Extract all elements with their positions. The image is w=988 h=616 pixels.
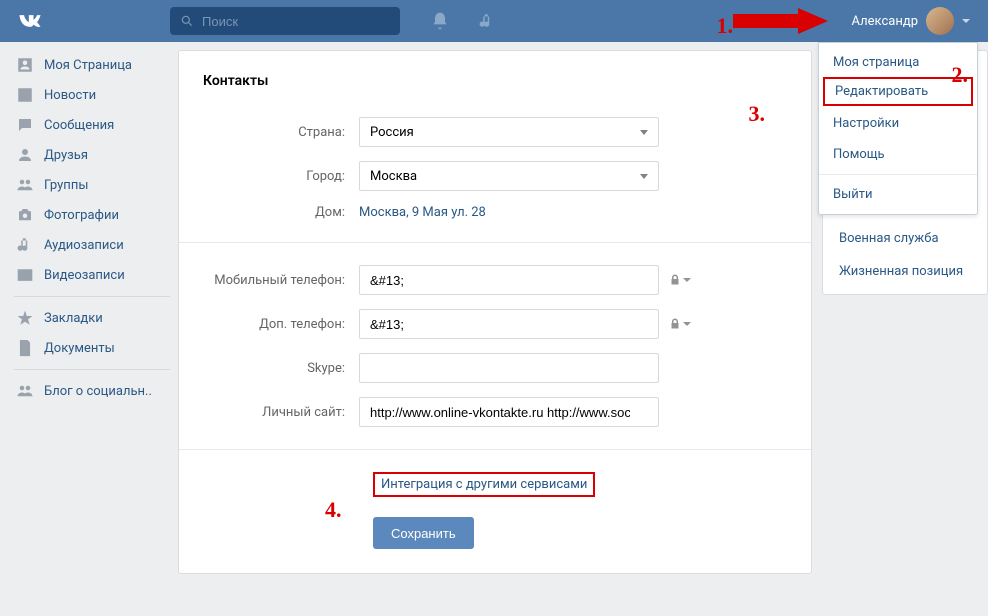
altphone-label: Доп. телефон: [203, 317, 359, 332]
contacts-form-card: Контакты Страна: Россия Город: Москва До… [178, 50, 812, 574]
skype-input[interactable] [370, 361, 630, 376]
sidebar-item-label: Группы [44, 178, 88, 193]
mobile-input[interactable] [370, 273, 630, 288]
mobile-privacy[interactable] [669, 274, 691, 286]
skype-label: Skype: [203, 361, 359, 376]
altphone-privacy[interactable] [669, 318, 691, 330]
dropdown-separator [819, 174, 977, 175]
profile-username: Александр [852, 14, 918, 29]
sidebar-item-label: Новости [44, 88, 96, 103]
sidebar-item-documents[interactable]: Документы [10, 333, 170, 363]
dropdown-item-edit[interactable]: Редактировать [823, 77, 973, 106]
top-header: Александр [0, 0, 988, 42]
home-label: Дом: [203, 205, 359, 220]
skype-input-wrap [359, 353, 659, 383]
annotation-arrow [733, 8, 828, 34]
country-label: Страна: [203, 125, 359, 140]
site-label: Личный сайт: [203, 405, 359, 420]
tab-military[interactable]: Военная служба [823, 222, 987, 255]
sidebar-item-label: Друзья [44, 148, 88, 163]
avatar [926, 7, 954, 35]
city-select[interactable]: Москва [359, 161, 659, 191]
country-select[interactable]: Россия [359, 117, 659, 147]
sidebar-item-label: Аудиозаписи [44, 238, 124, 253]
home-value[interactable]: Москва, 9 Мая ул. 28 [359, 205, 486, 220]
integration-row: Интеграция с другими сервисами [203, 472, 787, 497]
sidebar-item-label: Закладки [44, 311, 103, 326]
vk-logo[interactable] [16, 7, 44, 35]
search-input[interactable] [202, 14, 372, 29]
dropdown-item-mypage[interactable]: Моя страница [819, 47, 977, 78]
country-value: Россия [370, 125, 414, 140]
music-icon[interactable] [478, 11, 496, 31]
sidebar-item-bookmarks[interactable]: Закладки [10, 303, 170, 333]
sidebar-item-video[interactable]: Видеозаписи [10, 260, 170, 290]
site-input-wrap [359, 397, 659, 427]
sidebar-item-label: Документы [44, 341, 115, 356]
altphone-input[interactable] [370, 317, 630, 332]
profile-menu-trigger[interactable]: Александр [852, 7, 970, 35]
profile-dropdown: Моя страница Редактировать Настройки Пом… [818, 42, 978, 215]
dropdown-item-logout[interactable]: Выйти [819, 179, 977, 210]
page-title: Контакты [203, 73, 787, 89]
dropdown-item-help[interactable]: Помощь [819, 139, 977, 170]
sidebar-item-label: Моя Страница [44, 58, 132, 73]
mobile-input-wrap [359, 265, 659, 295]
sidebar-item-label: Фотографии [44, 208, 119, 223]
mobile-label: Мобильный телефон: [203, 273, 359, 288]
left-sidebar: Моя Страница Новости Сообщения Друзья Гр… [0, 50, 170, 574]
city-label: Город: [203, 169, 359, 184]
sidebar-item-mypage[interactable]: Моя Страница [10, 50, 170, 80]
save-button[interactable]: Сохранить [373, 517, 474, 549]
sidebar-item-blog[interactable]: Блог о социальн.. [10, 376, 170, 406]
sidebar-item-label: Видеозаписи [44, 268, 125, 283]
sidebar-item-label: Блог о социальн.. [44, 384, 152, 399]
lock-icon [669, 274, 681, 286]
sidebar-item-label: Сообщения [44, 118, 114, 133]
sidebar-item-news[interactable]: Новости [10, 80, 170, 110]
city-value: Москва [370, 169, 417, 184]
sidebar-item-photos[interactable]: Фотографии [10, 200, 170, 230]
tab-position[interactable]: Жизненная позиция [823, 255, 987, 288]
lock-icon [669, 318, 681, 330]
search-box[interactable] [170, 7, 400, 35]
search-icon [180, 14, 194, 28]
sidebar-item-groups[interactable]: Группы [10, 170, 170, 200]
site-input[interactable] [370, 405, 630, 420]
sidebar-item-audio[interactable]: Аудиозаписи [10, 230, 170, 260]
dropdown-item-settings[interactable]: Настройки [819, 108, 977, 139]
sidebar-item-friends[interactable]: Друзья [10, 140, 170, 170]
altphone-input-wrap [359, 309, 659, 339]
chevron-down-icon [962, 19, 970, 23]
integration-link[interactable]: Интеграция с другими сервисами [381, 477, 587, 492]
notifications-icon[interactable] [430, 11, 450, 31]
sidebar-item-messages[interactable]: Сообщения [10, 110, 170, 140]
